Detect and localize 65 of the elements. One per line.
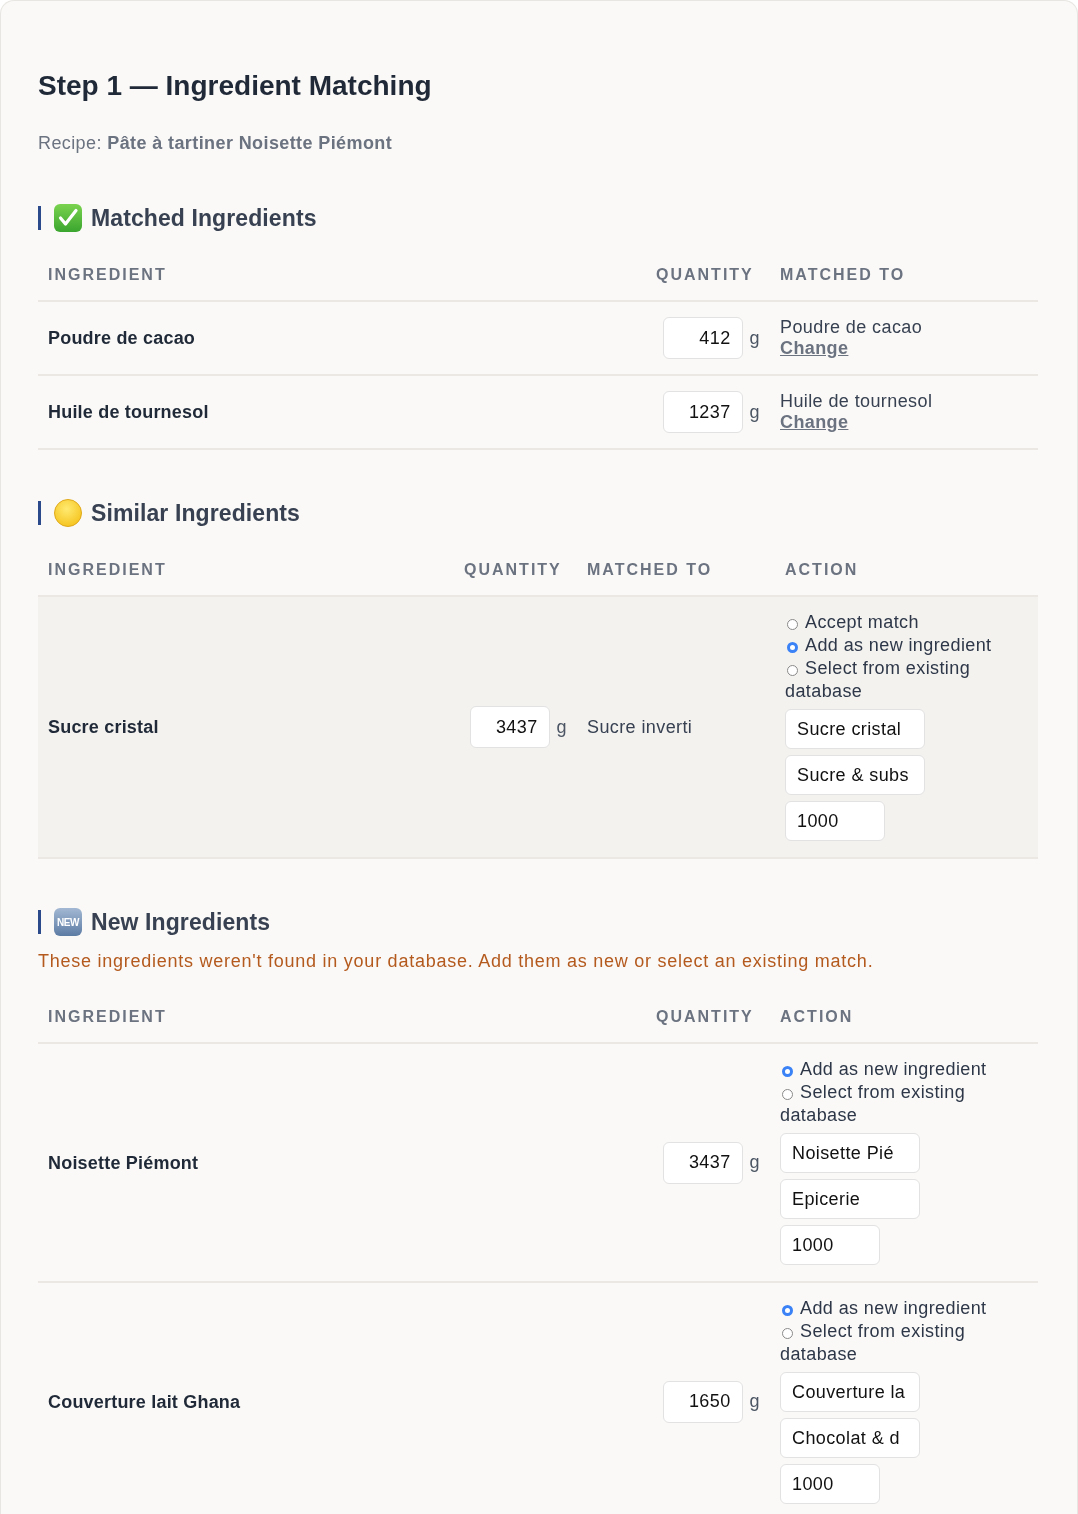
ingredient-name: Sucre cristal [48,717,159,737]
matched-ingredient: Huile de tournesol [780,391,933,412]
column-header: QUANTITY [655,1007,755,1027]
column-header: ACTION [779,1007,855,1027]
quantity-field[interactable]: 412 [662,317,743,359]
text-field[interactable]: Sucre cristal [785,709,925,749]
ingredient-name: Couverture lait Ghana [48,1391,241,1412]
text-field[interactable]: Chocolat & d [780,1418,920,1458]
matched-ingredient: Poudre de cacao [780,317,923,338]
radio-option[interactable]: Accept match [785,611,1028,634]
radio-option[interactable]: Select from existing database [780,1081,1028,1127]
text-field[interactable]: Sucre & subs [785,755,925,795]
matched-ingredient: Sucre inverti [587,716,693,738]
column-header: MATCHED TO [779,265,907,285]
page-title: Step 1 — Ingredient Matching [38,69,433,103]
radio-option[interactable]: Select from existing database [785,657,1028,703]
radio-option[interactable]: Select from existing database [780,1320,1028,1366]
radio-button[interactable] [787,619,798,630]
text-field[interactable]: Noisette Pié [780,1133,920,1173]
column-header: INGREDIENT [47,265,168,285]
recipe-line: Recipe: Pâte à tartiner Noisette Piémont [38,132,394,155]
radio-option[interactable]: Add as new ingredient [785,634,1028,657]
accent-bar [38,910,41,934]
radio-button[interactable] [782,1066,793,1077]
text-field[interactable]: Couverture la [780,1372,920,1412]
section-title: New Ingredients [91,908,271,936]
ingredient-name: Huile de tournesol [48,402,209,422]
unit-label: g [749,1152,760,1173]
circle-icon [54,499,82,527]
ingredient-name: Poudre de cacao [48,328,196,348]
column-header: ACTION [784,560,860,580]
text-field[interactable]: Epicerie [780,1179,920,1219]
quantity-field[interactable]: 3437 [662,1141,743,1184]
radio-button[interactable] [787,642,798,653]
ingredient-name: Noisette Piémont [48,1152,199,1173]
accent-bar [38,206,41,230]
radio-button[interactable] [787,665,798,676]
column-header: INGREDIENT [47,1007,168,1027]
column-header: MATCHED TO [586,560,714,580]
change-link[interactable]: Change [780,412,849,433]
new-badge: NEW [54,908,82,936]
column-header: INGREDIENT [47,560,168,580]
section-title: Matched Ingredients [91,204,317,232]
radio-option[interactable]: Add as new ingredient [780,1297,1028,1320]
column-header: QUANTITY [463,560,563,580]
unit-label: g [749,1391,760,1412]
unit-label: g [749,327,760,349]
quantity-field[interactable]: 3437 [469,706,550,748]
section-description: These ingredients weren't found in your database. Add them as new or select an existing match. [38,950,875,973]
check-mark-icon [54,204,82,232]
quantity-field[interactable]: 1650 [662,1380,743,1423]
section-title: Similar Ingredients [91,499,300,527]
unit-label: g [749,401,760,423]
column-header: QUANTITY [655,265,755,285]
radio-option[interactable]: Add as new ingredient [780,1058,1028,1081]
quantity-field[interactable]: 1237 [662,391,743,433]
number-field[interactable]: 1000 [780,1464,880,1504]
radio-button[interactable] [782,1089,793,1100]
unit-label: g [556,716,567,738]
change-link[interactable]: Change [780,338,849,359]
accent-bar [38,501,41,525]
radio-button[interactable] [782,1328,793,1339]
number-field[interactable]: 1000 [780,1225,880,1265]
radio-button[interactable] [782,1305,793,1316]
number-field[interactable]: 1000 [785,801,885,841]
